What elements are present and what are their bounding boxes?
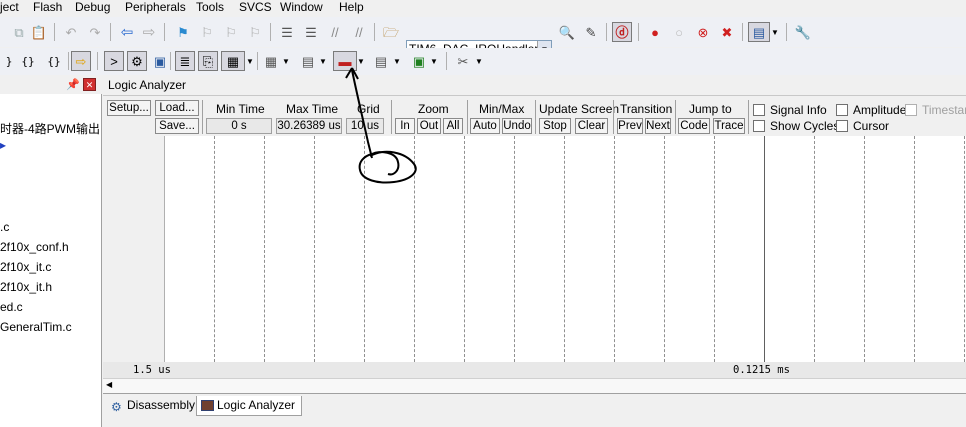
annotation-arrow — [345, 67, 373, 159]
annotation-circle — [358, 150, 417, 184]
annotation-overlay — [345, 67, 417, 184]
